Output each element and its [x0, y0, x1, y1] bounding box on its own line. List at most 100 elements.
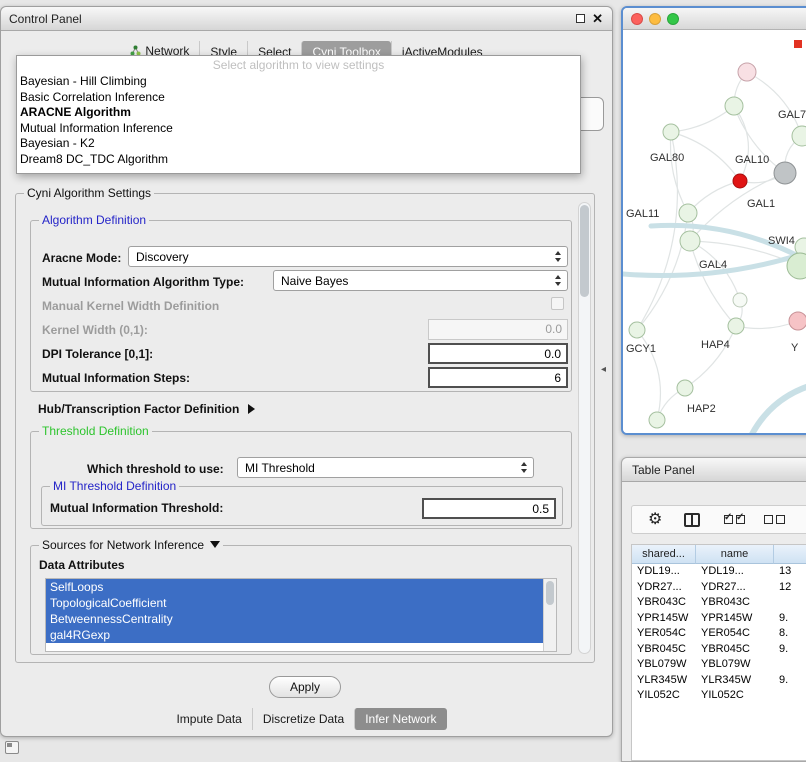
sources-group: Sources for Network Inference Data Attri…	[30, 545, 572, 655]
table-header-row: shared...name	[632, 545, 806, 564]
cell: YER054C	[696, 626, 774, 642]
node-label-gal11: GAL11	[626, 208, 659, 220]
data-attribute-topologicalcoefficient[interactable]: TopologicalCoefficient	[46, 595, 543, 611]
dpi-tolerance-field[interactable]: 0.0	[428, 343, 568, 364]
scrollbar-thumb[interactable]	[580, 205, 589, 297]
table-row[interactable]: YDR27...YDR27...12	[632, 580, 806, 596]
attributes-scrollbar-thumb[interactable]	[546, 581, 554, 605]
cell: YBL079W	[696, 657, 774, 673]
node-table: shared...name YDL19...YDL19...13YDR27...…	[631, 544, 806, 761]
close-traffic-light-icon[interactable]	[631, 13, 643, 25]
manual-kernel-checkbox[interactable]	[551, 297, 564, 310]
node-gal10[interactable]	[774, 162, 796, 184]
deselect-all-rows-icon[interactable]	[764, 515, 788, 533]
table-row[interactable]: YLR345WYLR345W9.	[632, 673, 806, 689]
network-edge[interactable]	[637, 213, 688, 330]
bottom-tab-infer-network[interactable]: Infer Network	[354, 708, 446, 730]
algorithm-option-aracne-algorithm[interactable]: ARACNE Algorithm	[17, 105, 580, 121]
node-gal1-selected[interactable]	[733, 174, 747, 188]
network-edge[interactable]	[690, 241, 736, 326]
network-edge[interactable]	[734, 106, 748, 181]
overview-marker	[794, 40, 802, 48]
node-pink-top[interactable]	[738, 63, 756, 81]
table-row[interactable]: YIL052CYIL052C	[632, 688, 806, 704]
algorithm-option-mutual-information-inference[interactable]: Mutual Information Inference	[17, 121, 580, 137]
node-hap4[interactable]	[728, 318, 744, 334]
dpi-tolerance-label: DPI Tolerance [0,1]:	[42, 347, 153, 361]
cell: 9.	[774, 611, 806, 627]
algorithm-option-list: Bayesian - Hill ClimbingBasic Correlatio…	[17, 74, 580, 167]
mi-steps-field[interactable]: 6	[428, 367, 568, 388]
table-toolbar: ⚙	[631, 505, 806, 534]
control-panel-window: Control Panel ✕ NetworkStyleSelectCyni T…	[0, 6, 613, 737]
float-window-icon[interactable]	[576, 14, 585, 23]
node-label-gal7: GAL7	[778, 109, 806, 121]
node-gal4[interactable]	[680, 231, 700, 251]
zoom-traffic-light-icon[interactable]	[667, 13, 679, 25]
algorithm-option-basic-correlation-inference[interactable]: Basic Correlation Inference	[17, 90, 580, 106]
column-chooser-icon[interactable]	[684, 513, 700, 527]
network-edge[interactable]	[671, 106, 734, 132]
panel-title: Control Panel	[9, 12, 82, 26]
cell: YDL19...	[696, 564, 774, 580]
algorithm-option-bayesian-k2[interactable]: Bayesian - K2	[17, 136, 580, 152]
node-right-pink[interactable]	[789, 312, 806, 330]
node-mid-top[interactable]	[725, 97, 743, 115]
table-row[interactable]: YER054CYER054C8.	[632, 626, 806, 642]
data-attributes-list: SelfLoopsTopologicalCoefficientBetweenne…	[45, 578, 557, 652]
node-center-small[interactable]	[733, 293, 747, 307]
network-edge[interactable]	[751, 386, 806, 434]
select-all-rows-icon[interactable]	[724, 515, 748, 533]
node-gal11[interactable]	[679, 204, 697, 222]
node-gcy1[interactable]	[629, 322, 645, 338]
collapsed-panel-icon[interactable]	[5, 741, 19, 754]
control-panel-titlebar: Control Panel ✕	[1, 7, 612, 31]
cell: 9.	[774, 673, 806, 689]
table-panel-window: Table Panel ⚙ shared...name YDL19...YDL1…	[621, 457, 806, 762]
close-icon[interactable]: ✕	[592, 11, 603, 27]
node-label-hap2: HAP2	[687, 403, 716, 415]
aracne-mode-label: Aracne Mode:	[42, 251, 121, 265]
network-edge[interactable]	[685, 326, 736, 388]
apply-button[interactable]: Apply	[269, 676, 341, 698]
table-row[interactable]: YBR043CYBR043C	[632, 595, 806, 611]
bottom-tab-impute-data[interactable]: Impute Data	[166, 708, 251, 730]
collapse-down-icon[interactable]	[210, 541, 220, 548]
table-row[interactable]: YPR145WYPR145W9.	[632, 611, 806, 627]
node-hap2[interactable]	[677, 380, 693, 396]
table-body: YDL19...YDL19...13YDR27...YDR27...12YBR0…	[632, 564, 806, 704]
kernel-width-label: Kernel Width (0,1):	[42, 323, 148, 337]
aracne-mode-combo[interactable]: Discovery	[128, 246, 568, 267]
cell: 9.	[774, 642, 806, 658]
table-settings-gear-icon[interactable]: ⚙	[648, 509, 662, 529]
cell: YBR045C	[696, 642, 774, 658]
table-row[interactable]: YBL079WYBL079W	[632, 657, 806, 673]
network-canvas[interactable]: GAL7GAL80GAL10GAL1GAL11SWI4GAL4GCY1HAP4Y…	[623, 30, 806, 434]
column-header-name[interactable]: name	[696, 545, 774, 564]
mi-type-combo[interactable]: Naive Bayes	[273, 270, 568, 291]
bottom-tab-discretize-data[interactable]: Discretize Data	[252, 708, 354, 730]
attributes-scrollbar[interactable]	[543, 579, 556, 651]
mi-threshold-field[interactable]: 0.5	[422, 498, 556, 519]
algorithm-option-dream8-dc-tdc-algorithm[interactable]: Dream8 DC_TDC Algorithm	[17, 152, 580, 168]
minimize-traffic-light-icon[interactable]	[649, 13, 661, 25]
column-header-shared[interactable]: shared...	[632, 545, 696, 564]
settings-scrollbar[interactable]	[578, 202, 591, 654]
hub-definition-toggle[interactable]: Hub/Transcription Factor Definition	[38, 402, 255, 416]
table-row[interactable]: YBR045CYBR045C9.	[632, 642, 806, 658]
algorithm-definition-group: Algorithm Definition Aracne Mode: Discov…	[30, 220, 572, 392]
which-threshold-combo[interactable]: MI Threshold	[237, 457, 534, 478]
data-attribute-betweennesscentrality[interactable]: BetweennessCentrality	[46, 611, 543, 627]
data-attribute-selfloops[interactable]: SelfLoops	[46, 579, 543, 595]
table-row[interactable]: YDL19...YDL19...13	[632, 564, 806, 580]
cell	[774, 595, 806, 611]
column-header-col-3[interactable]	[774, 545, 806, 564]
data-attribute-gal4rgexp[interactable]: gal4RGexp	[46, 627, 543, 643]
mi-type-label: Mutual Information Algorithm Type:	[42, 275, 244, 289]
node-bottom-left[interactable]	[649, 412, 665, 428]
kernel-width-field[interactable]: 0.0	[428, 319, 568, 340]
node-gal80[interactable]	[663, 124, 679, 140]
network-edge[interactable]	[747, 72, 802, 136]
panel-splitter-collapse-icon[interactable]: ◂	[601, 364, 606, 375]
algorithm-option-bayesian-hill-climbing[interactable]: Bayesian - Hill Climbing	[17, 74, 580, 90]
